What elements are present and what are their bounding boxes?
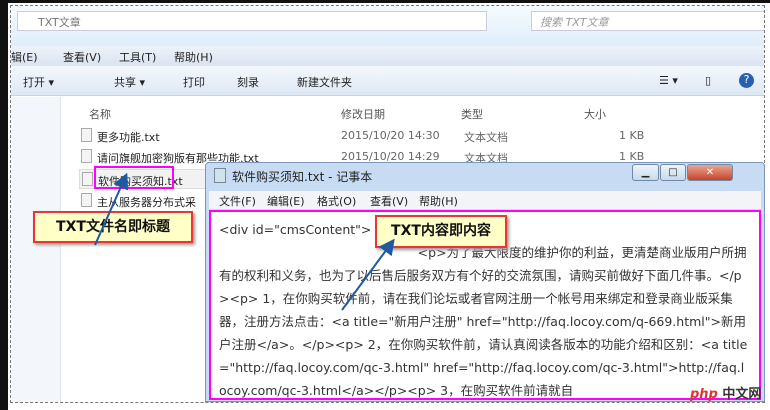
callout-arrows xyxy=(94,172,395,311)
filename-arrow xyxy=(94,172,129,246)
watermark-brand: php xyxy=(690,387,718,402)
content-arrow xyxy=(341,238,395,311)
watermark-text: 中文网 xyxy=(722,387,762,402)
watermark: php 中文网 xyxy=(690,383,761,402)
